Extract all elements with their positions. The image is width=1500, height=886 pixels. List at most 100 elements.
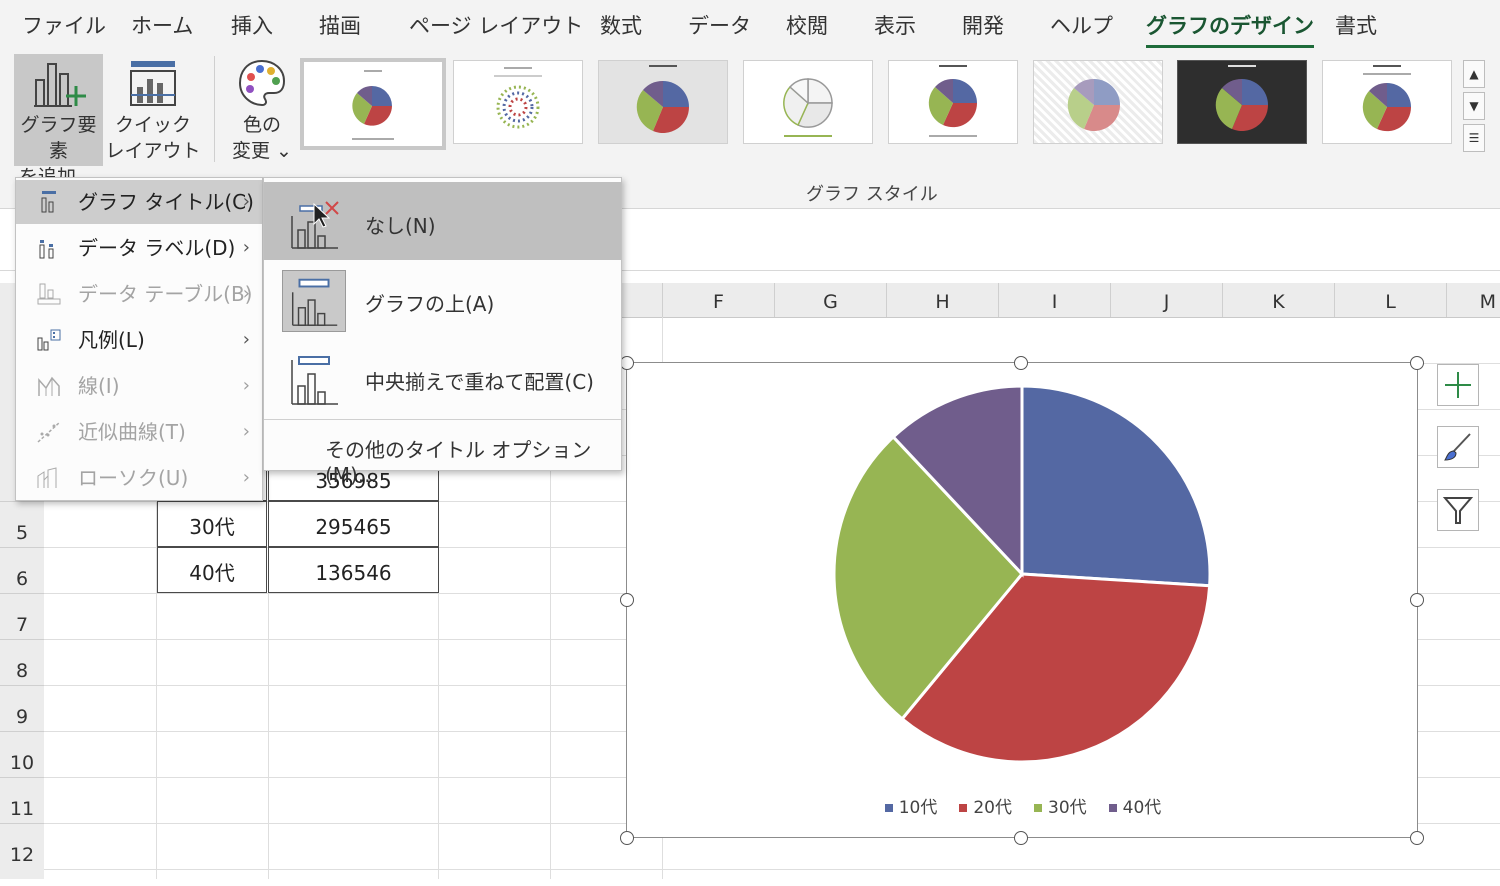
chart-style-8[interactable] [1322, 60, 1452, 144]
tab-help[interactable]: ヘルプ [1050, 10, 1113, 40]
menu-item-data-labels[interactable]: データ ラベル(D) › [16, 226, 262, 270]
change-colors-button[interactable]: 色の 変更 ⌄ [226, 54, 298, 166]
row-header-7[interactable]: 7 [0, 593, 44, 639]
chart-title-icon [41, 191, 56, 213]
menu-item-trendline[interactable]: 近似曲線(T) › [16, 410, 262, 454]
chart-style-7[interactable] [1177, 60, 1307, 144]
chart-style-5[interactable] [888, 60, 1018, 144]
column-header-m[interactable]: M [1446, 283, 1500, 317]
menu-item-lines[interactable]: 線(I) › [16, 364, 262, 408]
lines-icon [38, 376, 60, 396]
chevron-right-icon: › [242, 421, 250, 442]
tab-format[interactable]: 書式 [1335, 10, 1377, 40]
trendline-icon [37, 421, 61, 443]
grid-line [44, 869, 1500, 870]
chart-legend[interactable]: 10代 20代 30代 40代 [627, 793, 1419, 818]
tab-developer[interactable]: 開発 [962, 10, 1004, 40]
resize-handle[interactable] [620, 831, 634, 845]
submenu-item-above-chart[interactable]: グラフの上(A) [264, 260, 621, 338]
menu-item-legend[interactable]: 凡例(L) › [16, 318, 262, 362]
tab-data[interactable]: データ [688, 10, 751, 40]
pie-slice-10s[interactable] [1020, 384, 1212, 588]
chart-style-4[interactable] [743, 60, 873, 144]
legend-label: 10代 [898, 798, 938, 818]
row-header-10[interactable]: 10 [0, 731, 44, 777]
legend-icon [37, 329, 61, 351]
row-header-5[interactable]: 5 [0, 501, 44, 547]
add-chart-element-menu: グラフ タイトル(C) › データ ラベル(D) › データ テーブル(B) ›… [15, 177, 263, 501]
row-header-9[interactable]: 9 [0, 685, 44, 731]
menu-item-data-table[interactable]: データ テーブル(B) › [16, 272, 262, 316]
column-header-k[interactable]: K [1222, 283, 1334, 317]
column-header-l[interactable]: L [1334, 283, 1446, 317]
column-header-g[interactable]: G [774, 283, 886, 317]
pie-chart[interactable]: 10代 20代 30代 40代 [626, 362, 1418, 838]
legend-swatch [1108, 804, 1117, 812]
tab-file[interactable]: ファイル [22, 10, 106, 40]
chart-style-3[interactable] [598, 60, 728, 144]
table-cell-label[interactable]: 30代 [157, 501, 267, 547]
chevron-right-icon: › [242, 191, 250, 212]
tab-formulas[interactable]: 数式 [600, 10, 642, 40]
legend-label: 20代 [973, 798, 1012, 818]
more-title-options[interactable]: その他のタイトル オプション(M)... [325, 434, 621, 487]
quick-layout-icon [105, 54, 201, 112]
legend-item: 30代 [1034, 793, 1087, 818]
resize-handle[interactable] [1410, 356, 1424, 370]
resize-handle[interactable] [1410, 831, 1424, 845]
chart-style-2[interactable] [453, 60, 583, 144]
quick-layout-label-1: クイック [114, 114, 191, 136]
tab-view[interactable]: 表示 [874, 10, 916, 40]
chart-elements-button[interactable] [1437, 364, 1479, 406]
tab-draw[interactable]: 描画 [319, 10, 361, 40]
table-cell-value[interactable]: 136546 [268, 547, 439, 593]
resize-handle[interactable] [1014, 356, 1028, 370]
resize-handle[interactable] [620, 356, 634, 370]
chart-title-submenu: なし(N) グラフの上(A) 中央揃えで重ねて配置(C) その他のタイトル オプ… [263, 177, 622, 487]
column-header-i[interactable]: I [998, 283, 1110, 317]
gallery-more-button[interactable]: ☰ [1463, 124, 1485, 152]
row-header-8[interactable]: 8 [0, 639, 44, 685]
legend-item: 40代 [1108, 793, 1161, 818]
no-title-icon [291, 201, 339, 249]
tab-home[interactable]: ホーム [131, 10, 193, 40]
tab-page-layout[interactable]: ページ レイアウト [409, 10, 583, 40]
chart-style-6[interactable] [1033, 60, 1163, 144]
resize-handle[interactable] [1014, 831, 1028, 845]
change-colors-label-2: 変更 ⌄ [232, 140, 292, 162]
pie-chart-plot [832, 384, 1212, 764]
legend-swatch [884, 804, 893, 812]
quick-layout-button[interactable]: クイック レイアウト ⌄ [105, 54, 201, 188]
column-header-j[interactable]: J [1110, 283, 1222, 317]
column-header-h[interactable]: H [886, 283, 998, 317]
menu-item-candlestick[interactable]: ローソク(U) › [16, 456, 262, 500]
data-table-icon [37, 283, 61, 305]
table-cell-value[interactable]: 295465 [268, 501, 439, 547]
table-cell-label[interactable]: 40代 [157, 547, 267, 593]
tab-review[interactable]: 校閲 [786, 10, 828, 40]
gallery-scroll-up-button[interactable]: ▲ [1463, 60, 1485, 88]
chevron-right-icon: › [242, 467, 250, 488]
palette-icon [226, 54, 298, 112]
chart-filters-button[interactable] [1437, 489, 1479, 531]
row-header-12[interactable]: 12 [0, 823, 44, 879]
add-element-label-1: グラフ要素 [20, 114, 97, 162]
row-header-6[interactable]: 6 [0, 547, 44, 593]
resize-handle[interactable] [620, 593, 634, 607]
resize-handle[interactable] [1410, 593, 1424, 607]
gallery-scroll-down-button[interactable]: ▼ [1463, 92, 1485, 120]
chart-style-1[interactable] [300, 58, 446, 150]
add-chart-element-button[interactable]: グラフ要素 を追加 ⌄ [14, 54, 103, 188]
menu-item-chart-title[interactable]: グラフ タイトル(C) › [16, 180, 262, 224]
legend-item: 10代 [884, 793, 938, 818]
tab-chart-design[interactable]: グラフのデザイン [1146, 10, 1314, 48]
chart-styles-button[interactable] [1437, 426, 1479, 468]
column-header-f[interactable]: F [662, 283, 774, 317]
row-header-11[interactable]: 11 [0, 777, 44, 823]
legend-label: 30代 [1048, 798, 1087, 818]
tab-insert[interactable]: 挿入 [231, 10, 273, 40]
submenu-item-none[interactable]: なし(N) [264, 182, 621, 260]
submenu-item-centered-overlay[interactable]: 中央揃えで重ねて配置(C) [264, 338, 621, 416]
candlestick-icon [37, 467, 57, 488]
plus-icon [1445, 372, 1471, 398]
